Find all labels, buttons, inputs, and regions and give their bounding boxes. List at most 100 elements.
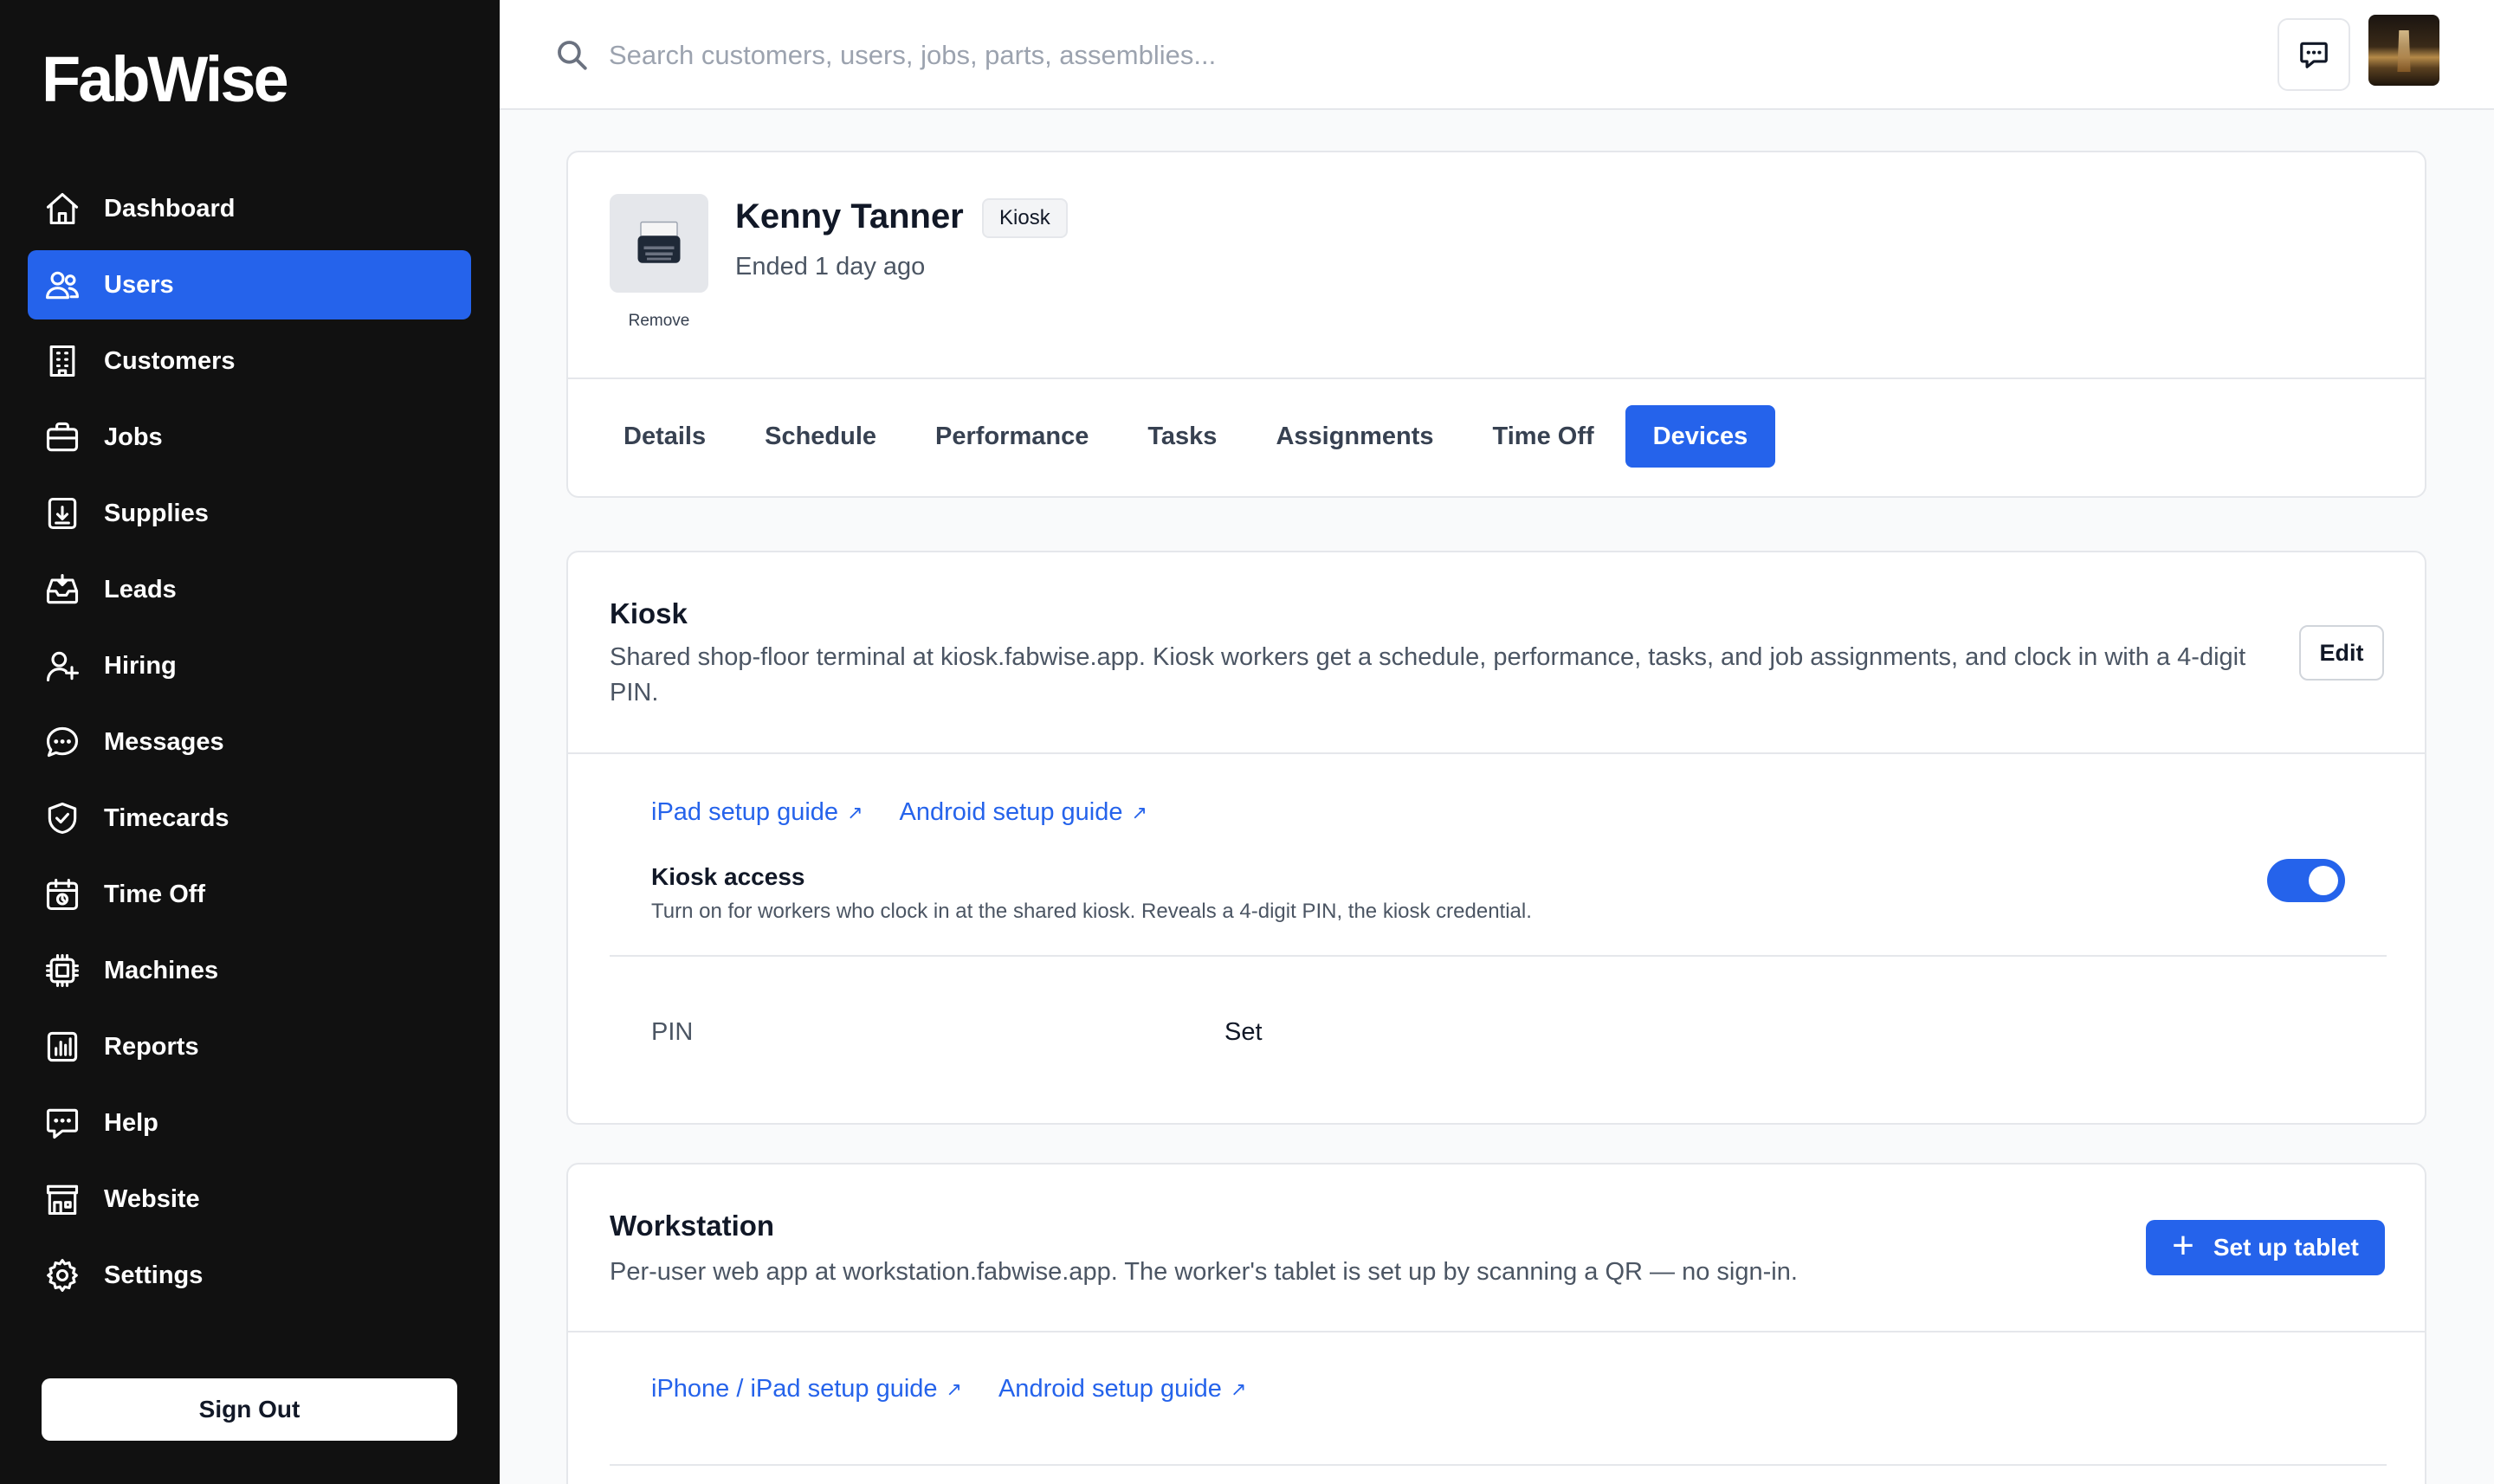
sidebar-item-label: Hiring [104, 651, 177, 680]
sidebar-item-hiring[interactable]: Hiring [28, 631, 471, 700]
sidebar-nav: Dashboard Users Customers Jobs Supplies … [28, 174, 471, 1317]
inbox-icon [43, 571, 81, 609]
link-label: Android setup guide [998, 1375, 1222, 1403]
edit-kiosk-button[interactable]: Edit [2299, 625, 2384, 681]
tab-performance[interactable]: Performance [908, 405, 1116, 468]
kiosk-title: Kiosk [610, 597, 688, 629]
tab-tasks[interactable]: Tasks [1120, 405, 1244, 468]
divider [610, 955, 2387, 957]
tab-time-off[interactable]: Time Off [1465, 405, 1622, 468]
building-icon [43, 342, 81, 380]
sidebar-item-label: Dashboard [104, 194, 236, 223]
topbar [500, 0, 2494, 110]
tab-devices[interactable]: Devices [1625, 405, 1776, 468]
sidebar-item-jobs[interactable]: Jobs [28, 403, 471, 472]
kiosk-guide-links: iPad setup guide ↗ Android setup guide ↗ [651, 798, 1147, 827]
remove-photo-link[interactable]: Remove [610, 312, 708, 331]
kiosk-access-label: Kiosk access [651, 863, 805, 890]
link-label: Android setup guide [899, 798, 1123, 826]
role-badge: Kiosk [982, 198, 1068, 238]
divider [610, 1464, 2387, 1466]
sidebar-item-label: Supplies [104, 499, 209, 527]
sidebar-item-timecards[interactable]: Timecards [28, 784, 471, 853]
sidebar-item-label: Time Off [104, 880, 206, 908]
sidebar-item-label: Messages [104, 727, 224, 756]
sidebar-item-messages[interactable]: Messages [28, 707, 471, 777]
button-label: Set up tablet [2213, 1234, 2359, 1261]
sidebar-item-label: Website [104, 1184, 200, 1213]
user-name: Kenny Tanner [735, 197, 964, 236]
sidebar-item-help[interactable]: Help [28, 1088, 471, 1158]
cpu-chip-icon [43, 952, 81, 990]
plus-icon: + [2172, 1224, 2194, 1267]
archive-download-icon [43, 494, 81, 532]
chat-dots-icon [43, 1104, 81, 1142]
set-up-tablet-button[interactable]: + Set up tablet [2146, 1220, 2385, 1275]
sidebar-item-label: Reports [104, 1032, 199, 1061]
home-icon [43, 190, 81, 228]
divider [568, 1331, 2425, 1332]
sidebar-item-settings[interactable]: Settings [28, 1241, 471, 1310]
tab-schedule[interactable]: Schedule [737, 405, 904, 468]
pin-label: PIN [651, 1018, 694, 1046]
link-label: iPhone / iPad setup guide [651, 1375, 938, 1403]
kiosk-access-help: Turn on for workers who clock in at the … [651, 900, 1532, 923]
workstation-title: Workstation [610, 1210, 775, 1242]
sidebar-item-label: Users [104, 270, 174, 299]
sidebar-item-users[interactable]: Users [28, 250, 471, 319]
android-setup-guide-link[interactable]: Android setup guide ↗ [998, 1375, 1246, 1403]
calendar-clock-icon [43, 875, 81, 913]
profile-card: Remove Kenny Tanner Kiosk Ended 1 day ag… [566, 151, 2426, 498]
sign-out-button[interactable]: Sign Out [42, 1378, 457, 1441]
ipad-setup-guide-link[interactable]: iPad setup guide ↗ [651, 798, 863, 827]
tab-assignments[interactable]: Assignments [1248, 405, 1461, 468]
chat-bubble-icon [43, 723, 81, 761]
user-avatar[interactable] [2368, 15, 2439, 86]
sidebar-item-label: Customers [104, 346, 236, 375]
kiosk-description: Shared shop-floor terminal at kiosk.fabw… [610, 643, 2246, 707]
sidebar-item-label: Settings [104, 1261, 204, 1289]
user-status: Ended 1 day ago [735, 253, 926, 281]
android-setup-guide-link[interactable]: Android setup guide ↗ [900, 798, 1147, 827]
typewriter-image [637, 221, 681, 263]
tab-bar: Details Schedule Performance Tasks Assig… [596, 405, 1776, 468]
sidebar-item-website[interactable]: Website [28, 1165, 471, 1234]
sidebar-item-leads[interactable]: Leads [28, 555, 471, 624]
users-icon [43, 266, 81, 304]
sidebar-item-label: Jobs [104, 423, 163, 451]
messages-button[interactable] [2278, 18, 2350, 91]
external-link-icon: ↗ [946, 1378, 962, 1400]
workstation-description: Per-user web app at workstation.fabwise.… [610, 1258, 1798, 1286]
profile-photo [610, 194, 708, 293]
search-icon [553, 36, 590, 73]
sidebar-item-label: Machines [104, 956, 219, 984]
external-link-icon: ↗ [1131, 801, 1147, 823]
sidebar-item-label: Help [104, 1108, 158, 1137]
sidebar-item-machines[interactable]: Machines [28, 936, 471, 1005]
sidebar-item-customers[interactable]: Customers [28, 326, 471, 396]
sidebar-item-dashboard[interactable]: Dashboard [28, 174, 471, 243]
sidebar-item-time-off[interactable]: Time Off [28, 860, 471, 929]
briefcase-icon [43, 418, 81, 456]
shield-check-icon [43, 799, 81, 837]
sidebar-item-supplies[interactable]: Supplies [28, 479, 471, 548]
iphone-ipad-setup-guide-link[interactable]: iPhone / iPad setup guide ↗ [651, 1375, 962, 1403]
pin-value: Set [1224, 1018, 1263, 1046]
link-label: iPad setup guide [651, 798, 839, 826]
kiosk-card: Kiosk Shared shop-floor terminal at kios… [566, 551, 2426, 1125]
workstation-card: Workstation Per-user web app at workstat… [566, 1163, 2426, 1484]
sidebar-item-label: Leads [104, 575, 177, 603]
sidebar-item-label: Timecards [104, 803, 229, 832]
divider [568, 377, 2425, 379]
chat-icon [2297, 38, 2330, 71]
brand-logo[interactable]: FabWise [42, 48, 289, 112]
gear-icon [43, 1256, 81, 1294]
user-plus-icon [43, 647, 81, 685]
tab-details[interactable]: Details [596, 405, 733, 468]
kiosk-access-toggle[interactable] [2267, 859, 2345, 902]
external-link-icon: ↗ [847, 801, 863, 823]
search-input[interactable] [609, 29, 1908, 81]
sidebar-item-reports[interactable]: Reports [28, 1012, 471, 1081]
storefront-icon [43, 1180, 81, 1218]
sidebar: FabWise Dashboard Users Customers Jobs S… [0, 0, 500, 1484]
